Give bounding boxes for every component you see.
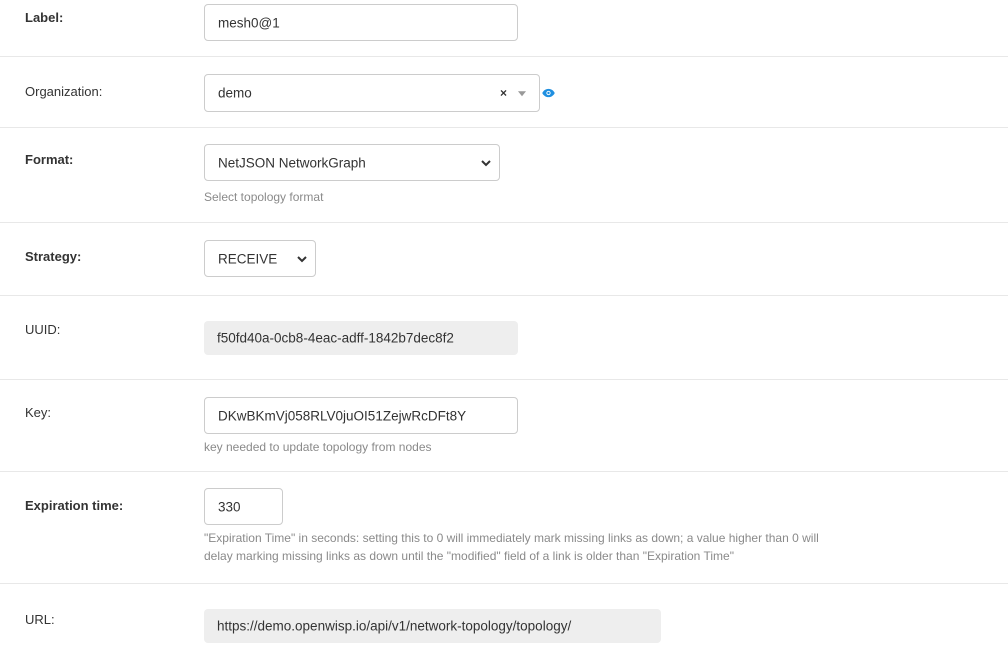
organization-row: Organization: demo × [0, 57, 1008, 128]
label-row: Label: mesh0@1 [0, 0, 1008, 57]
strategy-select[interactable]: RECEIVE [204, 240, 316, 277]
key-field-label: Key: [25, 405, 52, 420]
expiration-field-label: Expiration time: [25, 498, 124, 513]
key-help-text: key needed to update topology from nodes [204, 440, 432, 454]
key-row: Key: DKwBKmVj058RLV0juOI51ZejwRcDFt8Y ke… [0, 380, 1008, 472]
format-field-label: Format: [25, 152, 74, 167]
key-input-value: DKwBKmVj058RLV0juOI51ZejwRcDFt8Y [218, 407, 467, 423]
expiration-help-line-1: "Expiration Time" in seconds: setting th… [204, 531, 819, 545]
format-help-text: Select topology format [204, 190, 324, 204]
format-select-value: NetJSON NetworkGraph [218, 154, 366, 170]
strategy-select-value: RECEIVE [218, 250, 278, 266]
organization-select[interactable]: demo × [204, 74, 540, 112]
expiration-input[interactable]: 330 [204, 488, 283, 525]
strategy-row: Strategy: RECEIVE [0, 223, 1008, 296]
clear-selection-icon[interactable]: × [500, 87, 507, 99]
chevron-down-icon [297, 255, 307, 262]
organization-field-label: Organization: [25, 84, 103, 99]
uuid-value-text: f50fd40a-0cb8-4eac-adff-1842b7dec8f2 [217, 330, 454, 346]
organization-select-value: demo [218, 85, 252, 101]
label-field-label: Label: [25, 10, 64, 25]
format-row: Format: NetJSON NetworkGraph Select topo… [0, 128, 1008, 223]
expiration-input-value: 330 [218, 498, 241, 514]
label-input-value: mesh0@1 [218, 14, 280, 30]
url-row: URL: https://demo.openwisp.io/api/v1/net… [0, 584, 1008, 667]
url-value-text: https://demo.openwisp.io/api/v1/network-… [217, 618, 572, 634]
format-select[interactable]: NetJSON NetworkGraph [204, 144, 500, 181]
uuid-readonly-value: f50fd40a-0cb8-4eac-adff-1842b7dec8f2 [204, 321, 518, 355]
caret-down-icon[interactable] [518, 91, 526, 97]
label-input[interactable]: mesh0@1 [204, 4, 518, 41]
url-field-label: URL: [25, 612, 55, 627]
chevron-down-icon [481, 159, 491, 166]
url-readonly-value[interactable]: https://demo.openwisp.io/api/v1/network-… [204, 609, 661, 643]
strategy-field-label: Strategy: [25, 249, 82, 264]
uuid-field-label: UUID: [25, 322, 61, 337]
eye-icon[interactable] [542, 88, 555, 98]
expiration-help-line-2: delay marking missing links as down unti… [204, 549, 734, 563]
expiration-row: Expiration time: 330 "Expiration Time" i… [0, 472, 1008, 584]
uuid-row: UUID: f50fd40a-0cb8-4eac-adff-1842b7dec8… [0, 296, 1008, 380]
key-input[interactable]: DKwBKmVj058RLV0juOI51ZejwRcDFt8Y [204, 397, 518, 434]
